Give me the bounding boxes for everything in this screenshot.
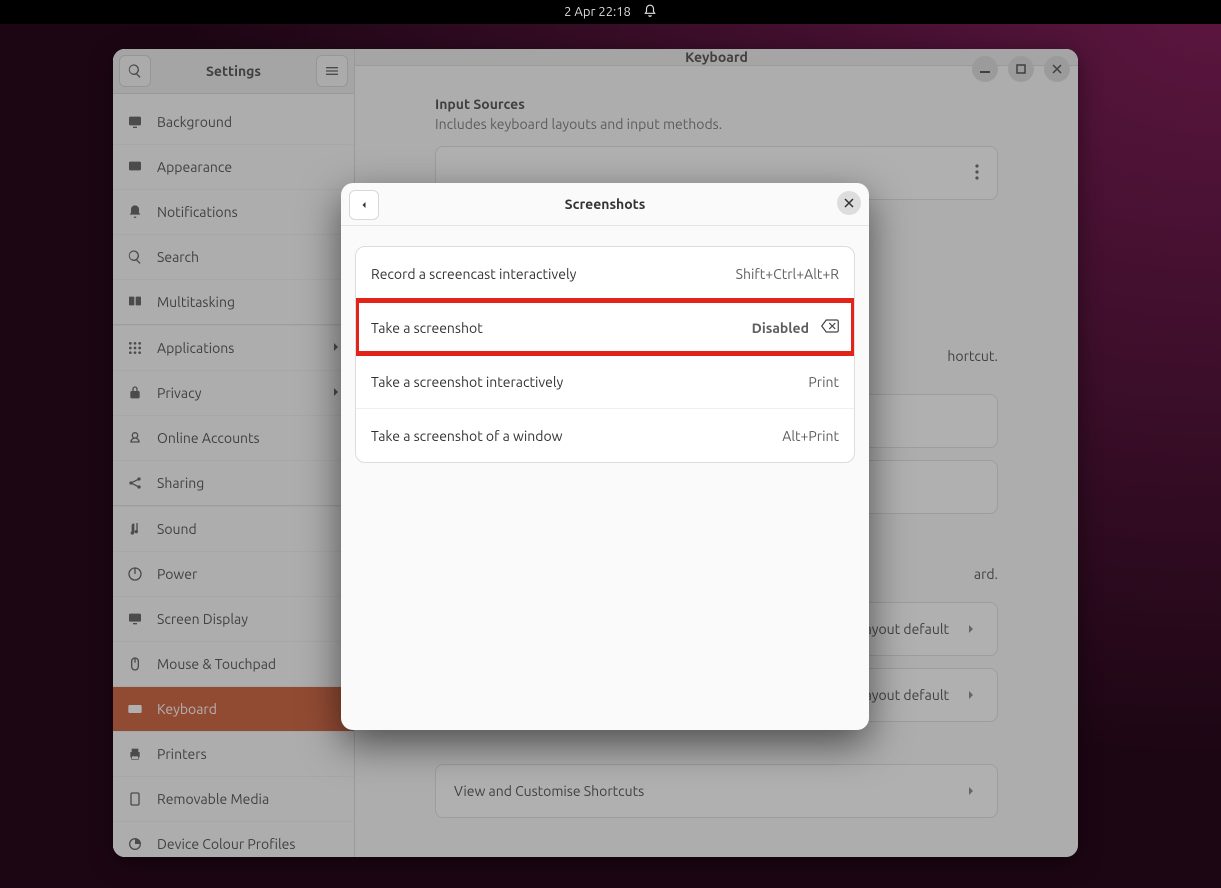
sidebar-item-label: Keyboard: [157, 701, 217, 717]
sidebar-item-removable-media[interactable]: Removable Media: [113, 776, 354, 821]
window-maximize-button[interactable]: [1008, 56, 1034, 82]
sidebar-header: Settings: [113, 49, 354, 94]
sidebar-item-mouse-touchpad[interactable]: Mouse & Touchpad: [113, 641, 354, 686]
content-header: Keyboard: [355, 49, 1078, 66]
sidebar-item-sound[interactable]: Sound: [113, 506, 354, 551]
shortcut-row-take-screenshot-window[interactable]: Take a screenshot of a window Alt+Print: [356, 408, 854, 462]
sidebar-item-label: Privacy: [157, 385, 201, 401]
clear-shortcut-icon[interactable]: [821, 319, 839, 336]
back-button[interactable]: [349, 190, 379, 220]
row-label: View and Customise Shortcuts: [454, 783, 644, 799]
sidebar-item-online-accounts[interactable]: Online Accounts: [113, 415, 354, 460]
sidebar-item-notifications[interactable]: Notifications: [113, 189, 354, 234]
hamburger-menu-button[interactable]: [316, 55, 348, 87]
shortcut-label: Take a screenshot interactively: [371, 374, 563, 390]
sidebar-item-label: Mouse & Touchpad: [157, 656, 276, 672]
window-close-button[interactable]: [1044, 56, 1070, 82]
sidebar-item-label: Multitasking: [157, 294, 235, 310]
clock[interactable]: 2 Apr 22:18: [564, 5, 631, 19]
sidebar-item-label: Power: [157, 566, 197, 582]
sidebar-item-label: Search: [157, 249, 199, 265]
shortcut-value: Shift+Ctrl+Alt+R: [736, 266, 839, 282]
value-label: Layout default: [857, 687, 949, 703]
sidebar-item-background[interactable]: Background: [113, 100, 354, 144]
notification-bell-icon[interactable]: [643, 4, 657, 21]
more-icon[interactable]: [975, 164, 979, 183]
shortcut-value: Print: [808, 374, 839, 390]
sidebar-item-label: Background: [157, 114, 232, 130]
dialog-close-button[interactable]: [837, 191, 861, 215]
sidebar-item-label: Notifications: [157, 204, 238, 220]
shortcut-label: Take a screenshot: [371, 320, 483, 336]
sidebar-item-keyboard[interactable]: Keyboard: [113, 686, 354, 731]
sidebar-item-privacy[interactable]: Privacy: [113, 370, 354, 415]
sidebar-list: Background Appearance Notifications Sear…: [113, 94, 354, 857]
top-panel: 2 Apr 22:18: [0, 0, 1221, 24]
chevron-right-icon: [963, 687, 979, 703]
sidebar-item-power[interactable]: Power: [113, 551, 354, 596]
section-title-input-sources: Input Sources: [435, 96, 998, 112]
sidebar-item-applications[interactable]: Applications: [113, 325, 354, 370]
shortcut-value: Disabled: [752, 320, 809, 336]
sidebar-item-label: Removable Media: [157, 791, 269, 807]
sidebar-item-sharing[interactable]: Sharing: [113, 460, 354, 506]
dialog-body: Record a screencast interactively Shift+…: [341, 226, 869, 483]
search-button[interactable]: [119, 55, 151, 87]
sidebar-item-multitasking[interactable]: Multitasking: [113, 279, 354, 325]
sidebar-item-label: Sound: [157, 521, 197, 537]
sidebar-item-label: Online Accounts: [157, 430, 260, 446]
section-subtitle-input-sources: Includes keyboard layouts and input meth…: [435, 116, 998, 132]
chevron-right-icon: [963, 621, 979, 637]
settings-sidebar: Settings Background Appearance Notificat…: [113, 49, 355, 857]
sidebar-item-appearance[interactable]: Appearance: [113, 144, 354, 189]
shortcut-row-record-screencast[interactable]: Record a screencast interactively Shift+…: [356, 247, 854, 300]
sidebar-item-label: Device Colour Profiles: [157, 836, 295, 852]
shortcuts-list: Record a screencast interactively Shift+…: [355, 246, 855, 463]
shortcut-label: Take a screenshot of a window: [371, 428, 563, 444]
page-title: Keyboard: [685, 49, 748, 65]
shortcut-row-take-screenshot[interactable]: Take a screenshot Disabled: [356, 300, 854, 354]
chevron-right-icon: [963, 783, 979, 799]
sidebar-item-label: Sharing: [157, 475, 204, 491]
shortcut-value: Alt+Print: [782, 428, 839, 444]
sidebar-item-label: Applications: [157, 340, 234, 356]
shortcut-label: Record a screencast interactively: [371, 266, 576, 282]
view-customise-shortcuts-row[interactable]: View and Customise Shortcuts: [435, 764, 998, 818]
sidebar-item-label: Appearance: [157, 159, 232, 175]
dialog-title: Screenshots: [565, 196, 646, 212]
screenshots-dialog: Screenshots Record a screencast interact…: [341, 183, 869, 730]
sidebar-item-search[interactable]: Search: [113, 234, 354, 279]
sidebar-title: Settings: [157, 63, 310, 79]
window-minimize-button[interactable]: [972, 56, 998, 82]
sidebar-item-label: Screen Display: [157, 611, 248, 627]
sidebar-item-screen-display[interactable]: Screen Display: [113, 596, 354, 641]
dialog-header: Screenshots: [341, 183, 869, 226]
sidebar-item-printers[interactable]: Printers: [113, 731, 354, 776]
value-label: Layout default: [857, 621, 949, 637]
sidebar-item-colour[interactable]: Device Colour Profiles: [113, 821, 354, 857]
sidebar-item-label: Printers: [157, 746, 207, 762]
shortcut-row-take-screenshot-interactive[interactable]: Take a screenshot interactively Print: [356, 354, 854, 408]
